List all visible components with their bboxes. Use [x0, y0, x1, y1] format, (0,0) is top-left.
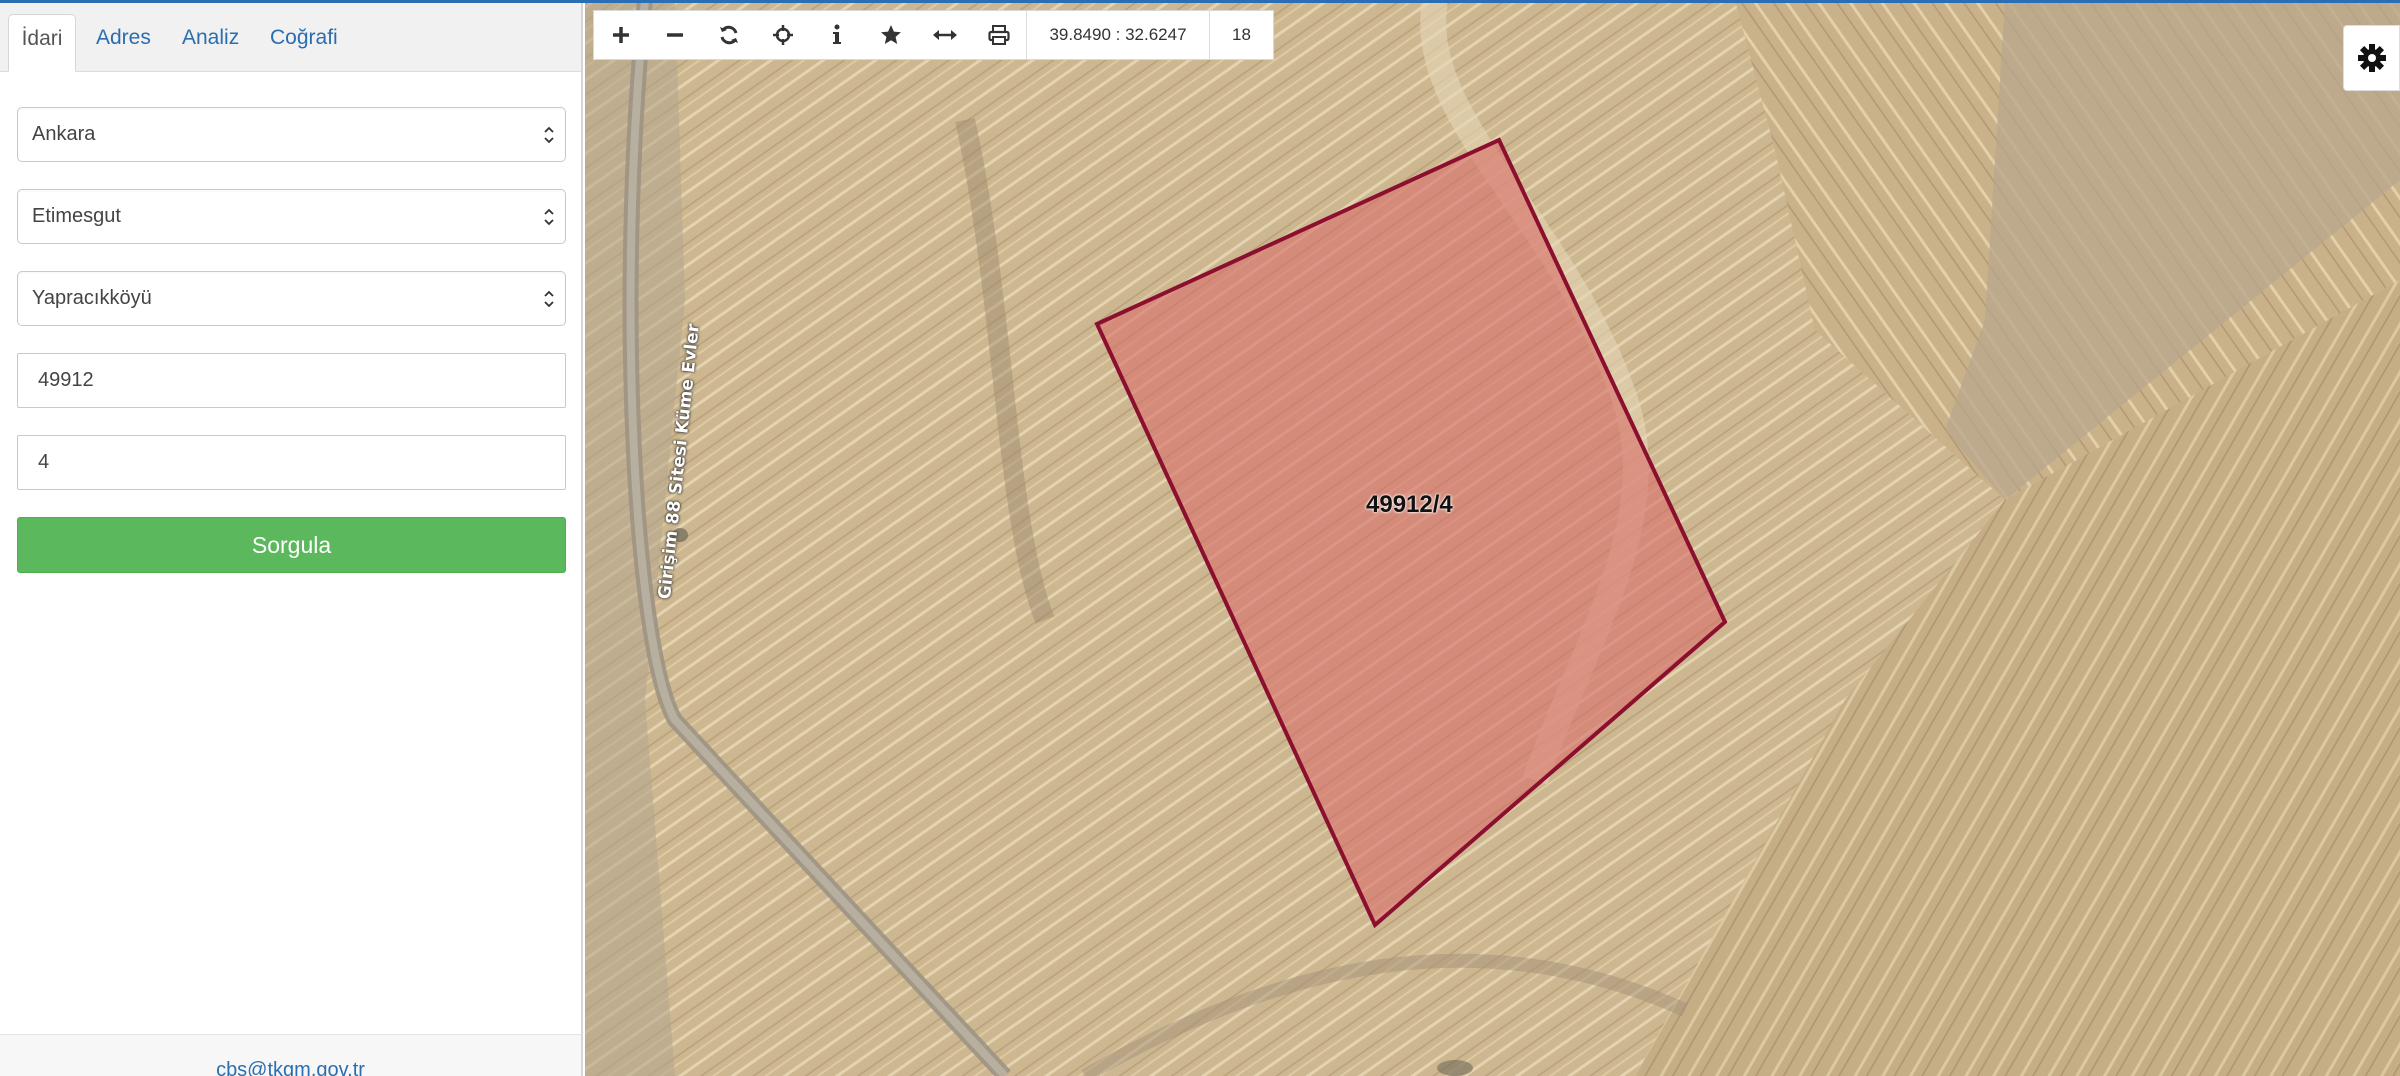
- tab-cografi[interactable]: Coğrafi: [266, 14, 342, 72]
- refresh-button[interactable]: [702, 11, 756, 59]
- parcel-label: 49912/4: [1366, 491, 1453, 518]
- info-icon: [833, 24, 841, 44]
- gear-icon: [2357, 44, 2386, 72]
- block-number-input[interactable]: 49912: [17, 353, 566, 408]
- tab-analiz[interactable]: Analiz: [178, 14, 243, 72]
- parcel-number-value: 4: [38, 451, 50, 473]
- zoom-level: 18: [1209, 11, 1273, 59]
- print-button[interactable]: [972, 11, 1026, 59]
- tab-bar: İdari Adres Analiz Coğrafi: [0, 0, 581, 72]
- parcel-number-input[interactable]: 4: [17, 435, 566, 490]
- zoom-in-button[interactable]: [594, 11, 648, 59]
- refresh-icon: [720, 25, 738, 45]
- neighborhood-select-value: Yapracıkköyü: [32, 287, 152, 309]
- neighborhood-select[interactable]: Yapracıkköyü: [17, 271, 566, 326]
- province-select[interactable]: Ankara: [17, 107, 566, 162]
- crosshair-icon: [773, 25, 793, 45]
- info-button[interactable]: [810, 11, 864, 59]
- query-button[interactable]: Sorgula: [17, 517, 566, 573]
- measure-icon: [933, 30, 957, 40]
- block-number-value: 49912: [38, 369, 94, 391]
- measure-button[interactable]: [918, 11, 972, 59]
- select-arrows-icon: [544, 126, 554, 144]
- map-toolbar: 39.8490 : 32.6247 18: [593, 10, 1274, 60]
- contact-email-link[interactable]: cbs@tkgm.gov.tr: [0, 1059, 581, 1076]
- province-select-value: Ankara: [32, 123, 96, 145]
- plus-icon: [613, 27, 629, 43]
- coordinates-readout: 39.8490 : 32.6247: [1026, 11, 1209, 59]
- zoom-out-button[interactable]: [648, 11, 702, 59]
- district-select[interactable]: Etimesgut: [17, 189, 566, 244]
- district-select-value: Etimesgut: [32, 205, 121, 227]
- minus-icon: [667, 33, 683, 37]
- select-arrows-icon: [544, 290, 554, 308]
- star-icon: [881, 25, 901, 44]
- tab-idari[interactable]: İdari: [8, 14, 76, 72]
- sidebar: İdari Adres Analiz Coğrafi Ankara Etimes…: [0, 0, 583, 1076]
- map-view[interactable]: [585, 0, 2400, 1076]
- parcel-polygon[interactable]: [1094, 137, 1728, 929]
- favorites-button[interactable]: [864, 11, 918, 59]
- locate-button[interactable]: [756, 11, 810, 59]
- top-accent-line: [0, 0, 2400, 3]
- settings-button[interactable]: [2343, 25, 2400, 91]
- select-arrows-icon: [544, 208, 554, 226]
- footer: cbs@tkgm.gov.tr: [0, 1034, 581, 1076]
- print-icon: [988, 25, 1010, 45]
- parcel-layer: [1094, 137, 1728, 929]
- tab-adres[interactable]: Adres: [92, 14, 155, 72]
